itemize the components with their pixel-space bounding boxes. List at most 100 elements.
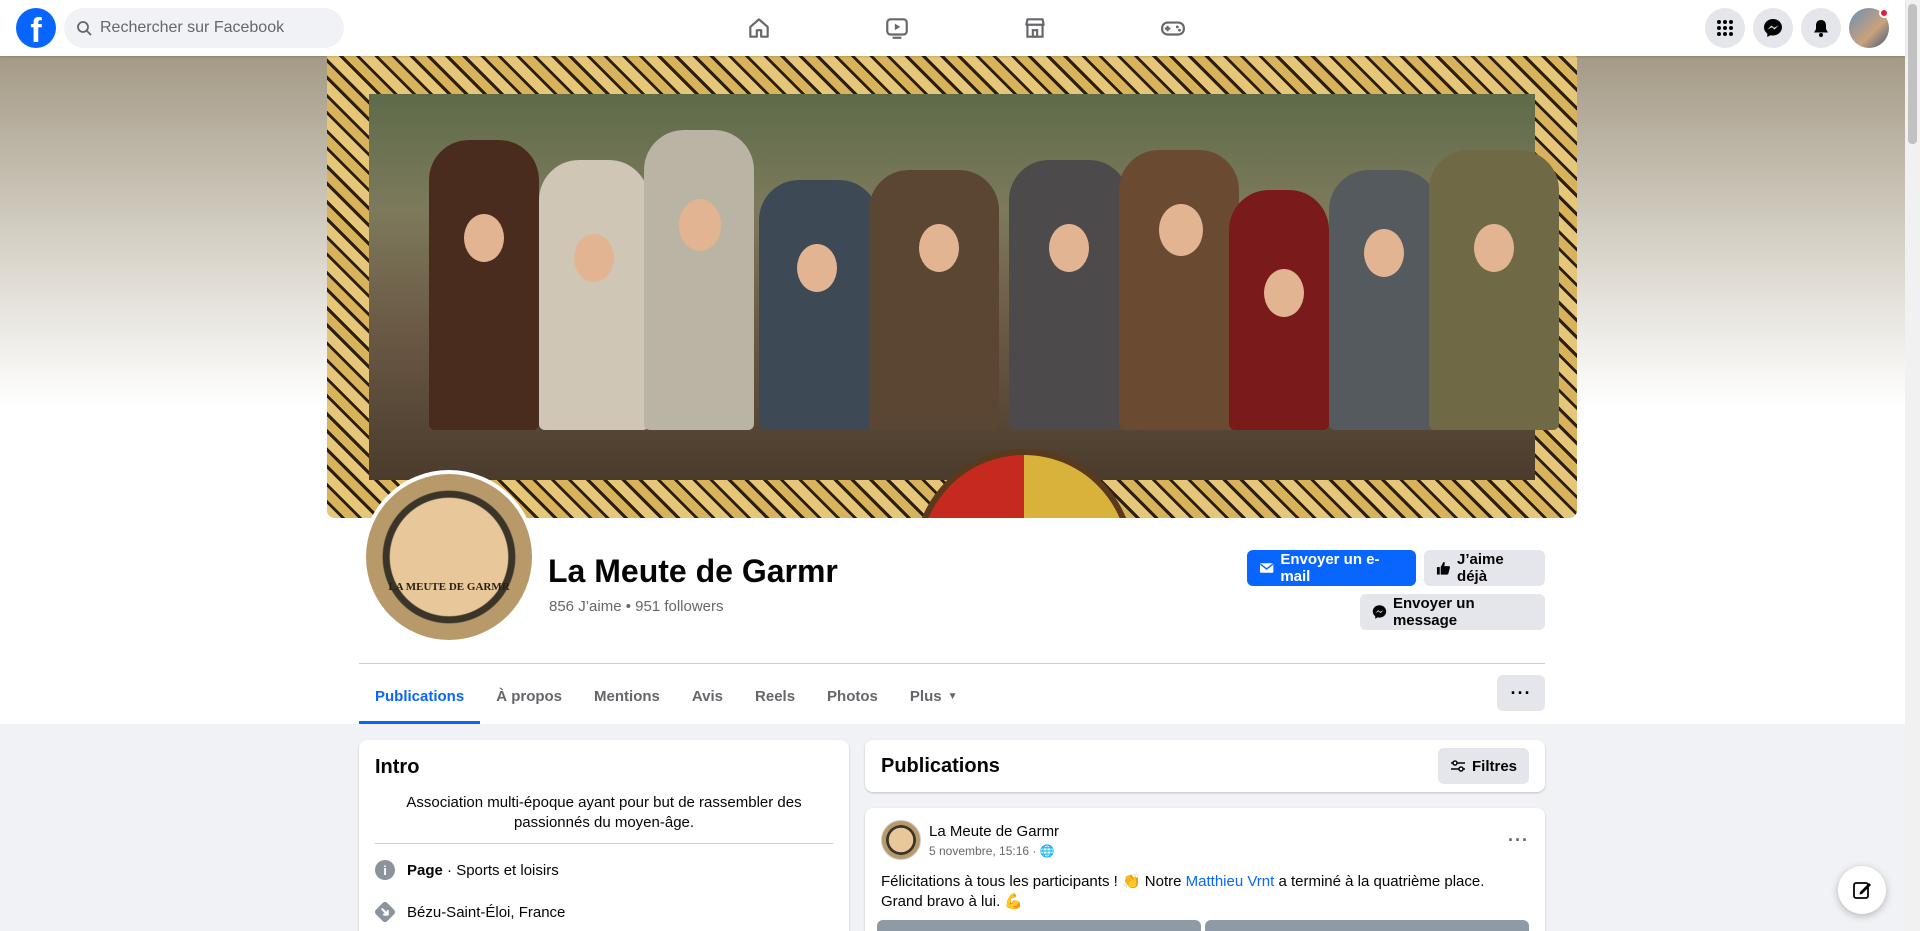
search-input[interactable] <box>100 19 320 37</box>
notification-dot <box>1879 8 1889 18</box>
person-head <box>1474 224 1514 272</box>
nav-video[interactable] <box>828 0 966 56</box>
thumbs-up-icon <box>1436 561 1450 575</box>
tab-avis[interactable]: Avis <box>676 669 739 724</box>
send-message-label: Envoyer un message <box>1392 595 1475 629</box>
person-head <box>1264 269 1304 317</box>
search-icon <box>77 21 92 36</box>
notifications-button[interactable] <box>1801 8 1841 48</box>
compose-message-button[interactable] <box>1838 866 1886 914</box>
tab-a-propos[interactable]: À propos <box>480 669 578 724</box>
cover-photo-image <box>369 94 1559 518</box>
person <box>539 160 649 430</box>
send-email-label: Envoyer un e-mail <box>1280 551 1380 585</box>
cover-photo[interactable] <box>327 56 1577 518</box>
facebook-logo[interactable]: f <box>16 8 56 48</box>
location-pin-icon: ➜ <box>373 900 397 924</box>
person-head <box>1159 204 1203 256</box>
person-head <box>464 214 504 262</box>
marketplace-icon <box>1025 18 1045 38</box>
liked-button[interactable]: J’aime déjà <box>1424 550 1545 586</box>
nav-gaming[interactable] <box>1104 0 1242 56</box>
top-navigation-bar: f <box>0 0 1905 56</box>
send-email-button[interactable]: Envoyer un e-mail <box>1247 550 1416 586</box>
person <box>869 170 999 430</box>
person-head <box>574 234 614 282</box>
page-title: La Meute de Garmr <box>548 553 838 589</box>
mention-link[interactable]: Matthieu Vrnt <box>1186 873 1275 890</box>
person <box>429 140 539 430</box>
post-header: La Meute de Garmr 5 novembre, 15:16 · 🌐 … <box>881 820 1529 860</box>
tab-reels[interactable]: Reels <box>739 669 811 724</box>
globe-icon: 🌐 <box>1039 843 1055 858</box>
tab-mentions[interactable]: Mentions <box>578 669 676 724</box>
more-options-button[interactable]: ··· <box>1497 675 1545 711</box>
tab-label: Plus <box>909 688 942 705</box>
nav-marketplace[interactable] <box>966 0 1104 56</box>
post-image[interactable] <box>877 920 1201 931</box>
post-date-text[interactable]: 5 novembre, 15:16 · <box>929 844 1040 858</box>
publications-header-card: Publications Filtres <box>865 740 1545 792</box>
compose-icon <box>1853 882 1871 899</box>
post-image[interactable] <box>1205 920 1529 931</box>
person <box>759 180 879 430</box>
page-profile-picture[interactable]: LA MEUTE DE GARMR <box>362 470 536 644</box>
wolf-emblem: LA MEUTE DE GARMR <box>366 474 532 640</box>
intro-location-row: ➜ Bézu-Saint-Éloi, France <box>373 900 833 924</box>
messenger-icon <box>1764 19 1782 37</box>
nav-home[interactable] <box>690 0 828 56</box>
intro-divider <box>375 843 833 844</box>
menu-grid-icon <box>1717 20 1733 36</box>
group-of-people <box>429 130 1559 430</box>
post-text: Félicitations à tous les participants ! … <box>881 872 1529 912</box>
category-text: Page · Sports et loisirs <box>407 862 559 879</box>
tab-label: À propos <box>496 688 563 705</box>
page-stats[interactable]: 856 J’aime • 951 followers <box>549 598 724 615</box>
liked-label: J’aime déjà <box>1457 551 1504 585</box>
round-shield <box>914 449 1134 518</box>
person-head <box>919 224 959 272</box>
person <box>1009 160 1129 430</box>
intro-title: Intro <box>375 756 420 778</box>
account-avatar[interactable] <box>1849 8 1889 48</box>
tab-plus[interactable]: Plus ▼ <box>894 669 974 724</box>
info-icon: i <box>375 860 395 880</box>
person-head <box>1364 229 1404 277</box>
person-head <box>797 244 837 292</box>
post-text-start: Félicitations à tous les participants ! … <box>881 873 1186 890</box>
video-icon <box>886 18 908 39</box>
menu-button[interactable] <box>1705 8 1745 48</box>
caret-down-icon: ▼ <box>947 691 958 702</box>
tab-photos[interactable]: Photos <box>811 669 894 724</box>
tab-label: Avis <box>691 688 724 705</box>
filters-button[interactable]: Filtres <box>1437 748 1529 784</box>
sliders-icon <box>1450 760 1465 772</box>
filters-label: Filtres <box>1471 757 1517 775</box>
tab-publications[interactable]: Publications <box>359 669 481 724</box>
profile-tabs: Publications À propos Mentions Avis Reel… <box>359 669 973 724</box>
tab-label: Publications <box>375 688 465 705</box>
location-text[interactable]: Bézu-Saint-Éloi, France <box>407 904 565 921</box>
emblem-text: LA MEUTE DE GARMR <box>388 581 510 593</box>
intro-description: Association multi-époque ayant pour but … <box>406 794 802 831</box>
send-message-button[interactable]: Envoyer un message <box>1360 594 1545 630</box>
post-images <box>877 920 1529 931</box>
post-author-name[interactable]: La Meute de Garmr <box>929 823 1059 840</box>
post-options-button[interactable]: ··· <box>1508 830 1529 851</box>
tab-label: Photos <box>827 688 878 705</box>
post-timestamp: 5 novembre, 15:16 · 🌐 <box>929 844 1059 858</box>
intro-category-row: i Page · Sports et loisirs <box>375 860 833 880</box>
page-scrollbar[interactable] <box>1905 0 1920 931</box>
tab-label: Mentions <box>594 688 660 705</box>
intro-card: Intro Association multi-époque ayant pou… <box>359 740 849 931</box>
messenger-button[interactable] <box>1753 8 1793 48</box>
scrollbar-thumb[interactable] <box>1908 4 1917 144</box>
search-box[interactable] <box>64 8 344 48</box>
person-head <box>679 199 721 251</box>
home-icon <box>749 18 769 38</box>
category-label: Page <box>407 861 443 879</box>
post-author-avatar[interactable] <box>881 820 921 860</box>
category-value[interactable]: · Sports et loisirs <box>443 862 559 879</box>
main-nav <box>690 0 1242 56</box>
person <box>1329 170 1439 430</box>
